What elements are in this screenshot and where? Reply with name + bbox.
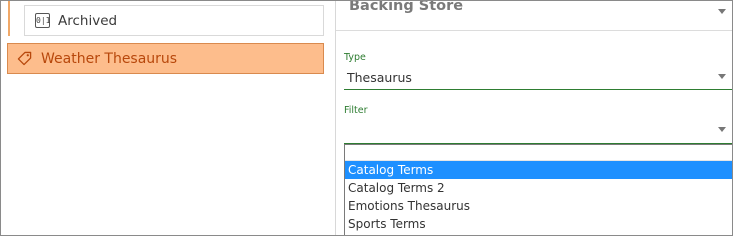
- tag-icon: [17, 51, 32, 66]
- tree-accent-line: [8, 0, 10, 36]
- panel-divider: [335, 0, 336, 236]
- type-value: Thesaurus: [347, 70, 412, 85]
- chevron-down-icon[interactable]: [718, 74, 726, 79]
- chevron-down-icon[interactable]: [718, 9, 726, 14]
- dropdown-option[interactable]: Sports Terms: [345, 215, 732, 233]
- tree-item-weather-thesaurus[interactable]: Weather Thesaurus: [7, 43, 324, 74]
- filter-dropdown-list[interactable]: Catalog Terms Catalog Terms 2 Emotions T…: [344, 144, 733, 236]
- filter-label: Filter: [344, 105, 368, 116]
- dropdown-option[interactable]: Emotions Thesaurus: [345, 197, 732, 215]
- filter-select[interactable]: [344, 118, 732, 144]
- backing-store-header[interactable]: Backing Store: [349, 0, 729, 22]
- section-title: Backing Store: [349, 0, 464, 14]
- section-divider: [336, 30, 733, 31]
- dropdown-option[interactable]: Catalog Terms: [345, 161, 732, 179]
- tree-item-label: Weather Thesaurus: [41, 50, 178, 67]
- tree-item-label: Archived: [58, 12, 118, 29]
- type-select[interactable]: Thesaurus: [344, 65, 732, 90]
- type-label: Type: [344, 52, 366, 63]
- dropdown-option[interactable]: Catalog Terms 2: [345, 179, 732, 197]
- dropdown-search-input[interactable]: [345, 145, 732, 161]
- tree-item-archived[interactable]: 0|1 Archived: [24, 5, 324, 36]
- chevron-down-icon[interactable]: [718, 127, 726, 132]
- archive-box-icon: 0|1: [35, 13, 50, 28]
